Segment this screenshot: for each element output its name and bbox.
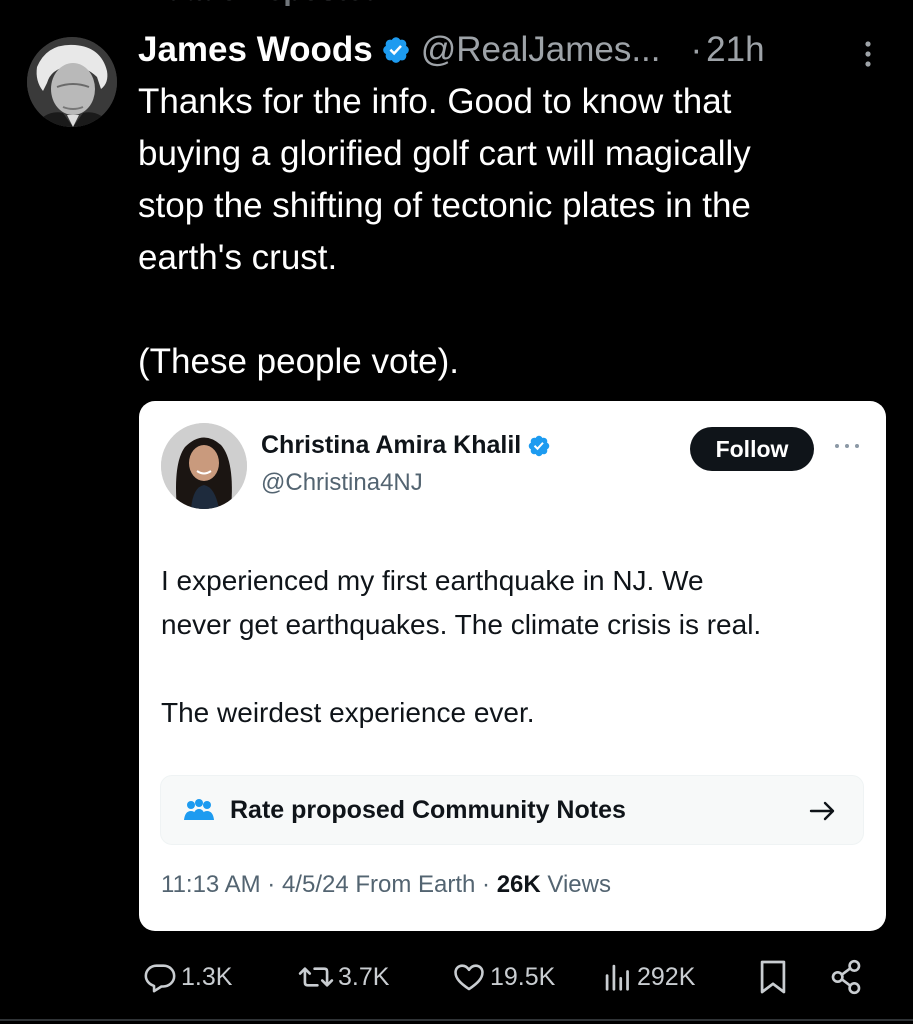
share-button[interactable] [829,955,863,999]
quote-author-name[interactable]: Christina Amira Khalil [261,431,521,460]
repost-label: mdadoxreposted [140,0,382,8]
arrow-right-icon [809,801,835,821]
post-text: Thanks for the info. Good to know that b… [138,82,751,381]
repost-button[interactable]: 3.7K [298,955,389,999]
bookmark-icon [760,960,786,994]
separator-dot: · [690,30,703,69]
verified-badge-icon [529,435,550,456]
quote-text: I experienced my first earthquake in NJ.… [161,565,762,728]
quote-timestamp: 11:13 AM · 4/5/24 From Earth · [161,871,497,898]
quote-views-label: Views [540,871,611,898]
verified-badge-icon [382,37,409,63]
community-notes-label: Rate proposed Community Notes [230,796,626,824]
views-count: 292K [637,962,696,991]
action-bar: 1.3K 3.7K 19.5K 292K [0,955,913,999]
post-header: James Woods @RealJames... · 21h [138,28,765,72]
quote-author-handle[interactable]: @Christina4NJ [261,469,423,497]
quote-view-count: 26K [496,871,541,898]
author-name[interactable]: James Woods [138,30,373,70]
quote-meta: 11:13 AM · 4/5/24 From Earth · 26K Views [161,871,611,899]
like-button[interactable]: 19.5K [452,955,555,999]
community-notes-icon [184,799,214,820]
like-count: 19.5K [490,962,556,991]
repost-count: 3.7K [338,962,390,991]
bookmark-button[interactable] [758,955,788,999]
like-icon [454,964,484,991]
share-icon [831,959,861,995]
quote-name-row: Christina Amira Khalil [261,431,551,460]
post-time[interactable]: 21h [706,30,764,70]
quoted-post-card[interactable]: Christina Amira Khalil @Christina4NJ Fol… [139,401,886,931]
author-avatar[interactable] [27,37,117,127]
views-button[interactable]: 292K [603,955,695,999]
post-view: mdadoxreposted James Woods @RealJames...… [0,0,913,1024]
community-notes-button[interactable]: Rate proposed Community Notes [160,775,864,845]
author-handle[interactable]: @RealJames... [421,30,661,70]
more-icon[interactable] [833,441,861,451]
reply-count: 1.3K [181,962,233,991]
repost-icon [298,967,334,987]
reply-icon [144,964,176,993]
quote-author-avatar[interactable] [161,423,247,509]
divider [0,1019,913,1021]
views-icon [605,964,629,991]
more-icon[interactable] [858,38,878,70]
follow-button[interactable]: Follow [690,427,814,471]
reply-button[interactable]: 1.3K [143,955,232,999]
